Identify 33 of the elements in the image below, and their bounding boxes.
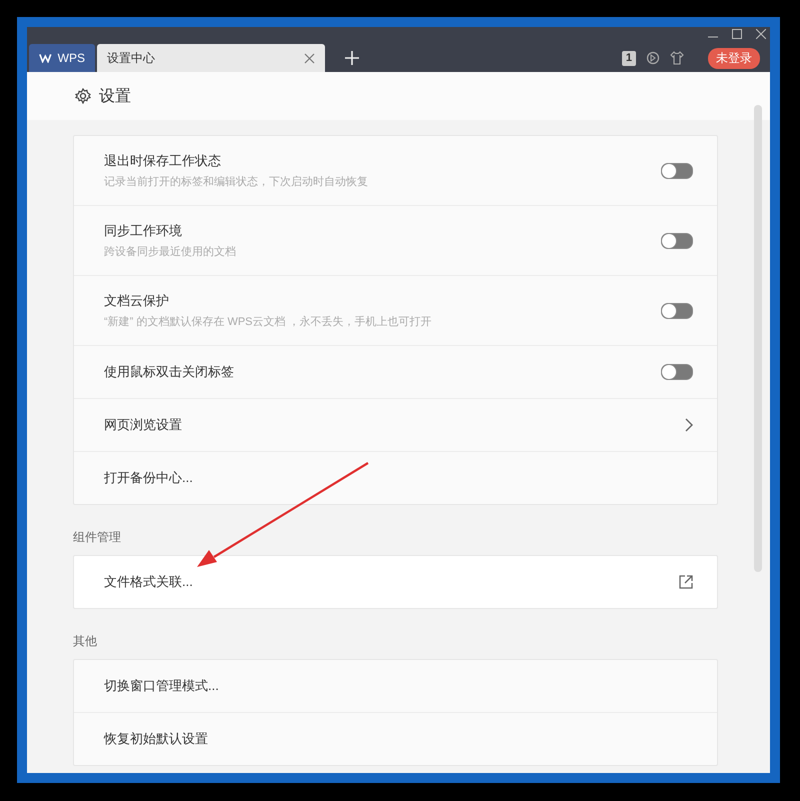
setting-description: 记录当前打开的标签和编辑状态，下次启动时自动恢复 bbox=[104, 174, 369, 189]
shirt-icon[interactable] bbox=[670, 51, 684, 65]
logo-icon bbox=[39, 53, 52, 63]
window-count[interactable]: 1 bbox=[622, 50, 636, 66]
setting-label[interactable]: 使用鼠标双击关闭标签 bbox=[104, 363, 661, 381]
chevron-right-icon bbox=[685, 418, 693, 432]
toggle-switch[interactable] bbox=[661, 162, 693, 178]
setting-label[interactable]: 打开备份中心... bbox=[104, 469, 693, 487]
setting-label[interactable]: 切换窗口管理模式... bbox=[104, 677, 693, 695]
close-icon[interactable] bbox=[756, 29, 766, 39]
setting-label[interactable]: 恢复初始默认设置 bbox=[104, 730, 693, 748]
app-tab[interactable]: WPS bbox=[29, 44, 95, 72]
settings-icon bbox=[75, 88, 91, 104]
section-title: 组件管理 bbox=[73, 529, 122, 546]
toggle-switch[interactable] bbox=[661, 302, 693, 318]
maximize-icon[interactable] bbox=[732, 29, 742, 39]
new-tab-icon[interactable] bbox=[345, 51, 359, 65]
toggle-switch[interactable] bbox=[661, 232, 693, 248]
setting-label[interactable]: 文档云保护 bbox=[104, 292, 661, 310]
close-icon[interactable] bbox=[304, 52, 315, 64]
scrollbar[interactable] bbox=[754, 105, 762, 572]
setting-description: “新建” 的文档默认保存在 WPS云文档 ，永不丢失，手机上也可打开 bbox=[104, 314, 433, 329]
page-title: 设置 bbox=[99, 86, 131, 106]
toggle-switch[interactable] bbox=[661, 364, 693, 380]
setting-label[interactable]: 网页浏览设置 bbox=[104, 416, 685, 434]
setting-label[interactable]: 退出时保存工作状态 bbox=[104, 152, 661, 170]
section-title: 其他 bbox=[73, 633, 98, 650]
setting-label[interactable]: 文件格式关联... bbox=[104, 573, 679, 591]
setting-description: 跨设备同步最近使用的文档 bbox=[104, 244, 237, 259]
document-tab[interactable]: 设置中心 bbox=[97, 44, 325, 72]
login-button[interactable]: 未登录 bbox=[708, 48, 760, 68]
external-link-icon bbox=[679, 575, 693, 589]
setting-label[interactable]: 同步工作环境 bbox=[104, 222, 661, 240]
